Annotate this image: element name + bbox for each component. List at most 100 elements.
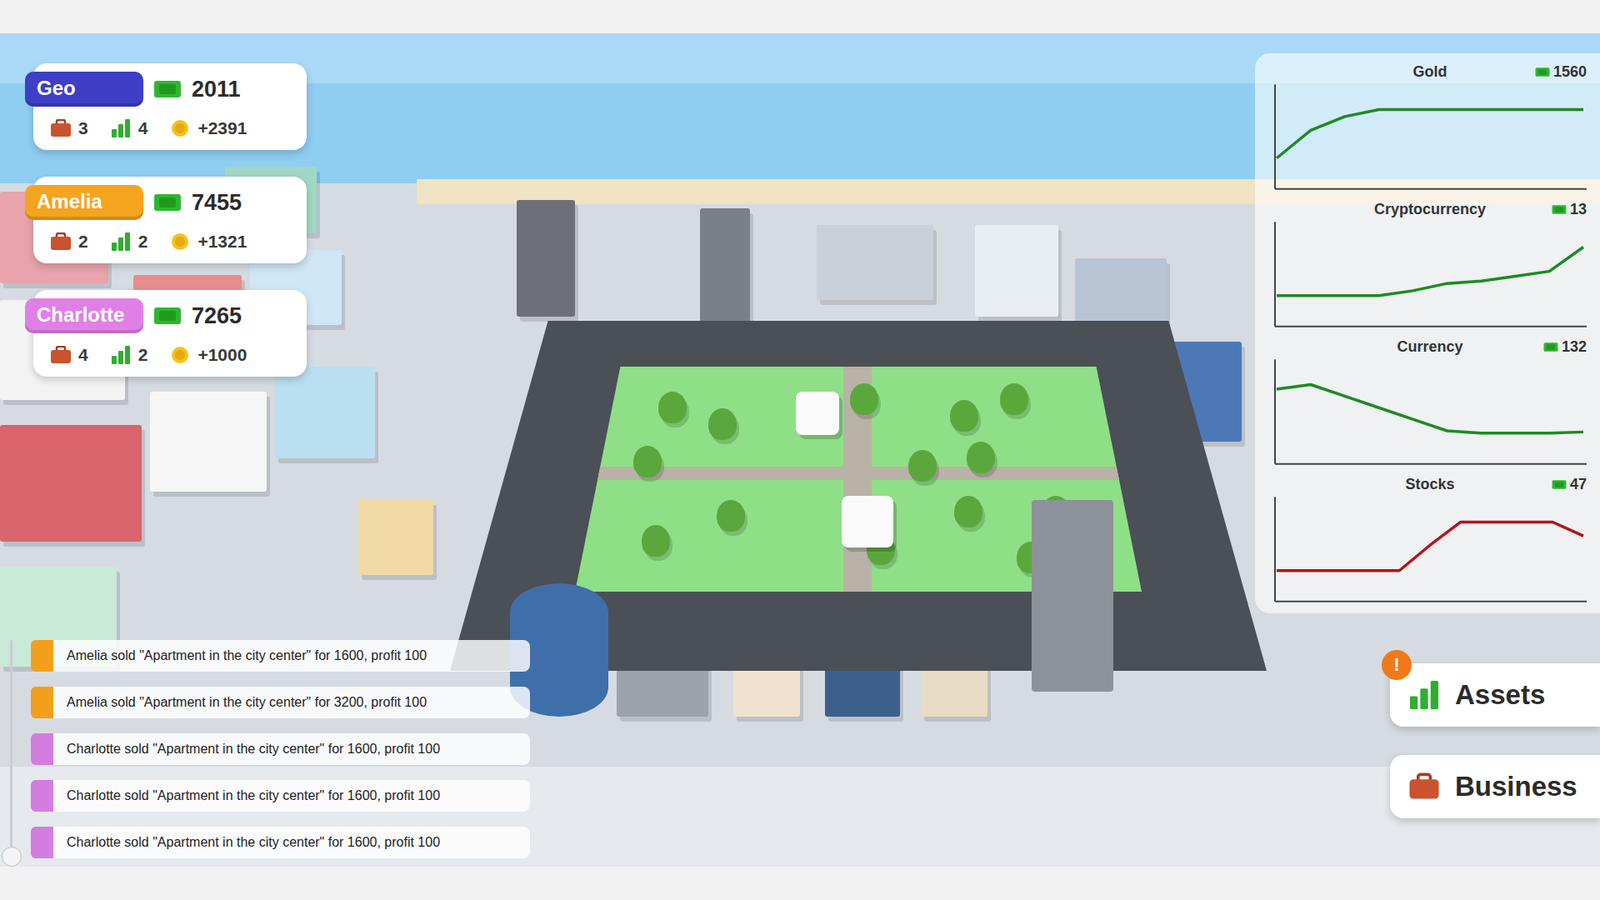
- y-axis: [1274, 84, 1276, 189]
- price-line: [1276, 384, 1584, 433]
- player-money: 2011: [191, 76, 241, 103]
- price-plot: [1273, 84, 1587, 191]
- x-axis: [1275, 600, 1587, 603]
- market-price: 47: [1551, 475, 1587, 494]
- player-money: 7265: [191, 303, 242, 330]
- y-axis: [1274, 359, 1276, 464]
- action-button[interactable]: !Assets: [1390, 663, 1600, 727]
- screen: Geo201134+2391Amelia745522+1321Charlotte…: [0, 0, 1600, 900]
- log-text: Charlotte sold "Apartment in the city ce…: [53, 826, 530, 859]
- player-color-mark: [30, 826, 54, 859]
- log-text: Amelia sold "Apartment in the city cente…: [53, 686, 530, 719]
- x-axis: [1275, 188, 1587, 190]
- cash-icon: [1543, 341, 1559, 353]
- x-axis: [1275, 325, 1587, 328]
- market-header: Currency132: [1273, 338, 1587, 356]
- coin-icon: [169, 345, 191, 365]
- price-line: [1276, 109, 1584, 158]
- market-chart[interactable]: Gold1560: [1273, 63, 1587, 191]
- price-plot: [1273, 359, 1587, 466]
- building: [150, 391, 267, 492]
- log-entry: Amelia sold "Apartment in the city cente…: [30, 686, 530, 719]
- market-header: Gold1560: [1273, 63, 1587, 81]
- briefcase-icon: [50, 232, 72, 251]
- price-plot: [1273, 221, 1587, 329]
- building: [975, 225, 1059, 317]
- briefcase-icon: [50, 119, 72, 138]
- coin-icon: [169, 119, 191, 138]
- player-name: Amelia: [25, 185, 144, 220]
- building: [275, 366, 375, 459]
- price-line: [1276, 246, 1584, 295]
- briefcase-icon: [1408, 772, 1440, 801]
- office-tower: [1031, 500, 1114, 692]
- dice: [795, 391, 840, 435]
- tree: [850, 383, 879, 415]
- building: [0, 425, 142, 542]
- asset-count: 2: [110, 231, 149, 252]
- cash-icon: [153, 305, 182, 326]
- log-text: Charlotte sold "Apartment in the city ce…: [53, 733, 530, 765]
- player-header: Amelia 7455: [25, 185, 294, 220]
- asset-count: 2: [110, 345, 149, 365]
- market-chart[interactable]: Cryptocurrency13: [1273, 200, 1587, 329]
- tree: [1000, 383, 1029, 415]
- bar-chart-icon: [1408, 680, 1440, 710]
- log-entry: Charlotte sold "Apartment in the city ce…: [30, 780, 530, 812]
- log-text: Amelia sold "Apartment in the city cente…: [53, 640, 530, 672]
- player-card: Geo201134+2391: [33, 63, 307, 150]
- player-money: 7455: [191, 190, 242, 216]
- player-income: +1321: [169, 231, 247, 252]
- tree: [908, 450, 937, 482]
- market-panel: Gold1560 Cryptocurrency13 Currency132 Stock…: [1255, 53, 1600, 614]
- tree: [708, 408, 737, 440]
- player-name: Charlotte: [25, 298, 144, 334]
- building: [358, 500, 434, 575]
- player-header: Charlotte 7265: [25, 298, 294, 334]
- market-chart[interactable]: Stocks 47: [1273, 475, 1587, 604]
- bar-chart-icon: [110, 345, 132, 365]
- briefcase-icon: [50, 345, 72, 365]
- tree: [966, 441, 995, 474]
- price-line: [1276, 521, 1584, 570]
- player-list: Geo201134+2391Amelia745522+1321Charlotte…: [33, 63, 307, 377]
- building: [516, 200, 575, 317]
- log-list: Amelia sold "Apartment in the city cente…: [22, 640, 530, 859]
- cash-icon: [1551, 479, 1567, 490]
- player-income: +1000: [169, 345, 247, 365]
- player-color-mark: [30, 686, 54, 719]
- cash-icon: [1535, 66, 1550, 78]
- y-axis: [1274, 496, 1276, 601]
- market-title: Gold: [1413, 63, 1448, 81]
- y-axis: [1274, 221, 1276, 326]
- business-count: 3: [50, 118, 89, 139]
- business-count: 2: [50, 231, 89, 252]
- log-scrollbar[interactable]: [10, 640, 13, 859]
- bar-chart-icon: [110, 232, 132, 251]
- game-view: Geo201134+2391Amelia745522+1321Charlotte…: [0, 33, 1600, 867]
- player-stats: 42+1000: [46, 345, 294, 365]
- market-title: Stocks: [1405, 475, 1455, 494]
- market-chart[interactable]: Currency132: [1273, 338, 1587, 466]
- scroll-knob[interactable]: [1, 846, 22, 867]
- player-income: +2391: [169, 118, 247, 139]
- price-plot: [1273, 496, 1587, 604]
- building: [700, 208, 750, 334]
- player-card: Charlotte726542+1000: [33, 290, 307, 377]
- cash-icon: [153, 192, 182, 213]
- action-button[interactable]: Business: [1390, 755, 1600, 819]
- event-log: Amelia sold "Apartment in the city cente…: [0, 640, 530, 859]
- cash-icon: [153, 79, 182, 100]
- market-price: 13: [1551, 200, 1587, 219]
- player-color-mark: [30, 640, 54, 672]
- player-color-mark: [30, 733, 54, 765]
- player-stats: 22 +1321: [46, 231, 294, 252]
- player-color-mark: [30, 780, 54, 812]
- alert-badge: !: [1381, 650, 1412, 680]
- asset-count: 4: [110, 118, 149, 139]
- player-name: Geo: [25, 71, 144, 107]
- tree: [950, 400, 979, 432]
- tree: [633, 445, 662, 478]
- cash-icon: [1551, 204, 1567, 215]
- market-price: 132: [1543, 338, 1587, 356]
